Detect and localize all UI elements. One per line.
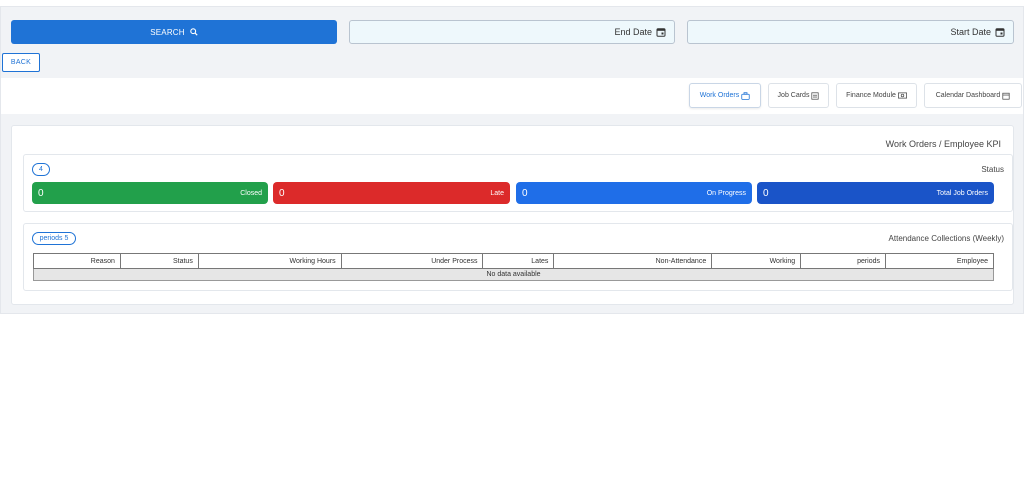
- column-header[interactable]: Status: [119, 253, 199, 269]
- column-header[interactable]: Employee: [885, 253, 994, 269]
- calendar-icon: [1002, 92, 1010, 100]
- tab-label: Work Orders: [699, 92, 740, 99]
- kpi-value: 0: [38, 187, 44, 199]
- kpi-value: 0: [763, 187, 769, 199]
- kpi-label: Total Job Orders: [936, 189, 988, 197]
- status-heading: Status: [981, 165, 1004, 174]
- page-title: Work Orders / Employee KPI: [885, 139, 1001, 149]
- column-header[interactable]: Non-Attendance: [553, 253, 713, 269]
- count-badge: 4: [32, 163, 50, 176]
- table-header-row: Reason Status Working Hours Under Proces…: [33, 253, 994, 269]
- briefcase-icon: [741, 91, 750, 100]
- attendance-table: Reason Status Working Hours Under Proces…: [33, 253, 994, 281]
- money-icon: [897, 92, 907, 99]
- calendar-icon[interactable]: [995, 27, 1005, 37]
- card-icon: [811, 91, 820, 100]
- attendance-section: periods 5 Attendance Collections (Weekly…: [23, 223, 1013, 291]
- page-container: SEARCH End Date Start Date BACK Work Ord…: [0, 6, 1024, 314]
- search-button[interactable]: SEARCH: [11, 20, 337, 44]
- column-header[interactable]: Lates: [482, 253, 555, 269]
- calendar-icon[interactable]: [656, 27, 666, 37]
- column-header[interactable]: Under Process: [340, 253, 484, 269]
- tab-calendar-dashboard[interactable]: Calendar Dashboard: [924, 83, 1022, 108]
- tab-label: Calendar Dashboard: [935, 92, 1001, 99]
- status-section: 4 Status 0 Closed 0 Late 0 On Progress 0…: [23, 154, 1013, 212]
- kpi-value: 0: [522, 187, 528, 199]
- kpi-on-progress-card[interactable]: 0 On Progress: [516, 182, 752, 204]
- kpi-panel: Work Orders / Employee KPI 4 Status 0 Cl…: [11, 125, 1014, 305]
- kpi-closed-card[interactable]: 0 Closed: [32, 182, 268, 204]
- kpi-label: Late: [490, 189, 504, 197]
- module-tabs: Work Orders Job Cards Finance Module Cal…: [1, 78, 1023, 114]
- end-date-field[interactable]: End Date: [349, 20, 675, 44]
- column-header[interactable]: Working Hours: [197, 253, 342, 269]
- tab-work-orders[interactable]: Work Orders: [689, 83, 761, 108]
- column-header[interactable]: Working: [711, 253, 802, 269]
- column-header[interactable]: periods: [800, 253, 887, 269]
- search-button-label: SEARCH: [150, 27, 185, 37]
- tab-job-cards[interactable]: Job Cards: [768, 83, 829, 108]
- start-date-label: Start Date: [950, 27, 991, 37]
- attendance-heading: Attendance Collections (Weekly): [888, 234, 1004, 243]
- tab-finance-module[interactable]: Finance Module: [836, 83, 917, 108]
- tab-label: Finance Module: [846, 92, 896, 99]
- table-row: No data available: [33, 268, 994, 281]
- kpi-label: Closed: [240, 189, 262, 197]
- back-button[interactable]: BACK: [2, 53, 40, 72]
- kpi-late-card[interactable]: 0 Late: [273, 182, 510, 204]
- end-date-label: End Date: [614, 27, 652, 37]
- kpi-total-job-orders-card[interactable]: 0 Total Job Orders: [757, 182, 994, 204]
- empty-table-message: No data available: [33, 268, 994, 281]
- search-icon: [190, 28, 198, 36]
- tab-label: Job Cards: [777, 92, 810, 99]
- periods-badge: periods 5: [32, 232, 76, 245]
- column-header[interactable]: Reason: [33, 253, 121, 269]
- kpi-value: 0: [279, 187, 285, 199]
- start-date-field[interactable]: Start Date: [687, 20, 1014, 44]
- kpi-label: On Progress: [706, 189, 746, 197]
